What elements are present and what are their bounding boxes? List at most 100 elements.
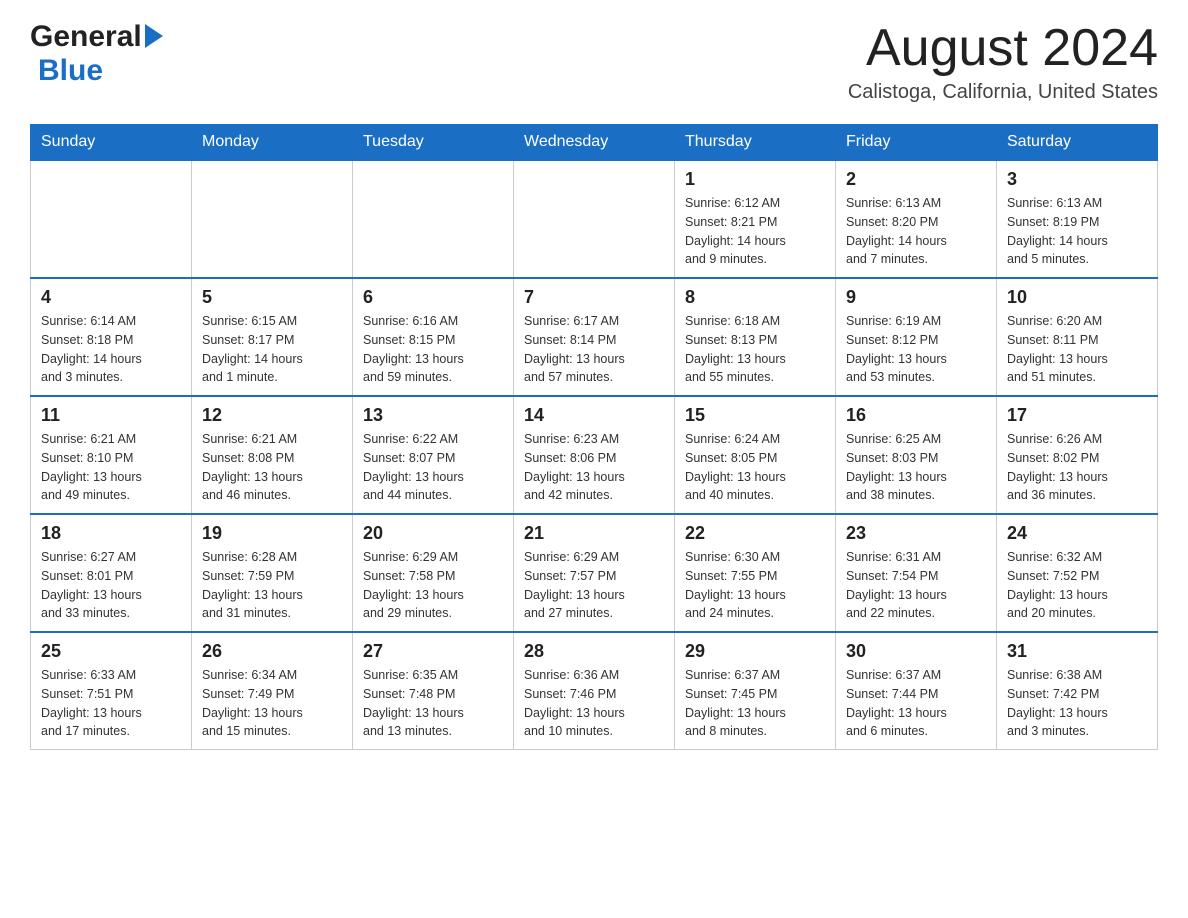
- calendar-cell: 4 Sunrise: 6:14 AM Sunset: 8:18 PM Daylig…: [31, 278, 192, 396]
- calendar-cell: [514, 160, 675, 278]
- day-number: 31: [1007, 641, 1147, 662]
- calendar-cell: [192, 160, 353, 278]
- weekday-header-sunday: Sunday: [31, 125, 192, 161]
- calendar-cell: 26 Sunrise: 6:34 AM Sunset: 7:49 PM Dayli…: [192, 632, 353, 750]
- logo-blue: Blue: [38, 54, 103, 88]
- day-number: 11: [41, 405, 181, 426]
- day-number: 5: [202, 287, 342, 308]
- calendar-cell: 9 Sunrise: 6:19 AM Sunset: 8:12 PM Daylig…: [836, 278, 997, 396]
- calendar-cell: 19 Sunrise: 6:28 AM Sunset: 7:59 PM Dayli…: [192, 514, 353, 632]
- day-number: 22: [685, 523, 825, 544]
- day-info: Sunrise: 6:34 AM Sunset: 7:49 PM Dayligh…: [202, 666, 342, 741]
- day-info: Sunrise: 6:23 AM Sunset: 8:06 PM Dayligh…: [524, 430, 664, 505]
- calendar-cell: 10 Sunrise: 6:20 AM Sunset: 8:11 PM Dayli…: [997, 278, 1158, 396]
- calendar-cell: 23Sunrise: 6:31 AM Sunset: 7:54 PM Dayli…: [836, 514, 997, 632]
- calendar-cell: 1Sunrise: 6:12 AM Sunset: 8:21 PM Daylig…: [675, 160, 836, 278]
- week-row-4: 18Sunrise: 6:27 AM Sunset: 8:01 PM Dayli…: [31, 514, 1158, 632]
- logo: General Blue: [30, 20, 163, 88]
- day-number: 16: [846, 405, 986, 426]
- calendar-cell: 27 Sunrise: 6:35 AM Sunset: 7:48 PM Dayli…: [353, 632, 514, 750]
- header: General Blue August 2024 Calistoga, Cali…: [30, 20, 1158, 104]
- day-info: Sunrise: 6:29 AM Sunset: 7:57 PM Dayligh…: [524, 548, 664, 623]
- calendar-cell: 13Sunrise: 6:22 AM Sunset: 8:07 PM Dayli…: [353, 396, 514, 514]
- day-info: Sunrise: 6:24 AM Sunset: 8:05 PM Dayligh…: [685, 430, 825, 505]
- day-info: Sunrise: 6:30 AM Sunset: 7:55 PM Dayligh…: [685, 548, 825, 623]
- calendar-cell: 25 Sunrise: 6:33 AM Sunset: 7:51 PM Dayli…: [31, 632, 192, 750]
- day-number: 30: [846, 641, 986, 662]
- day-number: 2: [846, 169, 986, 190]
- day-number: 29: [685, 641, 825, 662]
- week-row-3: 11 Sunrise: 6:21 AM Sunset: 8:10 PM Dayli…: [31, 396, 1158, 514]
- calendar-table: SundayMondayTuesdayWednesdayThursdayFrid…: [30, 124, 1158, 750]
- logo-general: General: [30, 20, 142, 54]
- day-info: Sunrise: 6:28 AM Sunset: 7:59 PM Dayligh…: [202, 548, 342, 623]
- month-title: August 2024: [848, 20, 1158, 77]
- day-number: 17: [1007, 405, 1147, 426]
- day-number: 3: [1007, 169, 1147, 190]
- calendar-cell: 12 Sunrise: 6:21 AM Sunset: 8:08 PM Dayli…: [192, 396, 353, 514]
- day-number: 9: [846, 287, 986, 308]
- day-number: 26: [202, 641, 342, 662]
- day-info: Sunrise: 6:35 AM Sunset: 7:48 PM Dayligh…: [363, 666, 503, 741]
- day-info: Sunrise: 6:14 AM Sunset: 8:18 PM Dayligh…: [41, 312, 181, 387]
- day-info: Sunrise: 6:16 AM Sunset: 8:15 PM Dayligh…: [363, 312, 503, 387]
- calendar-cell: 29 Sunrise: 6:37 AM Sunset: 7:45 PM Dayli…: [675, 632, 836, 750]
- day-info: Sunrise: 6:21 AM Sunset: 8:08 PM Dayligh…: [202, 430, 342, 505]
- day-number: 10: [1007, 287, 1147, 308]
- day-info: Sunrise: 6:19 AM Sunset: 8:12 PM Dayligh…: [846, 312, 986, 387]
- day-number: 25: [41, 641, 181, 662]
- calendar-cell: 31Sunrise: 6:38 AM Sunset: 7:42 PM Dayli…: [997, 632, 1158, 750]
- day-info: Sunrise: 6:22 AM Sunset: 8:07 PM Dayligh…: [363, 430, 503, 505]
- weekday-header-thursday: Thursday: [675, 125, 836, 161]
- week-row-5: 25 Sunrise: 6:33 AM Sunset: 7:51 PM Dayli…: [31, 632, 1158, 750]
- day-number: 18: [41, 523, 181, 544]
- weekday-header-row: SundayMondayTuesdayWednesdayThursdayFrid…: [31, 125, 1158, 161]
- calendar-cell: 11 Sunrise: 6:21 AM Sunset: 8:10 PM Dayli…: [31, 396, 192, 514]
- day-info: Sunrise: 6:21 AM Sunset: 8:10 PM Dayligh…: [41, 430, 181, 505]
- day-info: Sunrise: 6:33 AM Sunset: 7:51 PM Dayligh…: [41, 666, 181, 741]
- day-number: 20: [363, 523, 503, 544]
- day-number: 7: [524, 287, 664, 308]
- calendar-cell: 28 Sunrise: 6:36 AM Sunset: 7:46 PM Dayli…: [514, 632, 675, 750]
- calendar-cell: 3 Sunrise: 6:13 AM Sunset: 8:19 PM Daylig…: [997, 160, 1158, 278]
- day-info: Sunrise: 6:26 AM Sunset: 8:02 PM Dayligh…: [1007, 430, 1147, 505]
- calendar-cell: [353, 160, 514, 278]
- day-info: Sunrise: 6:37 AM Sunset: 7:45 PM Dayligh…: [685, 666, 825, 741]
- calendar-cell: 18Sunrise: 6:27 AM Sunset: 8:01 PM Dayli…: [31, 514, 192, 632]
- day-info: Sunrise: 6:31 AM Sunset: 7:54 PM Dayligh…: [846, 548, 986, 623]
- day-number: 15: [685, 405, 825, 426]
- calendar-cell: 16 Sunrise: 6:25 AM Sunset: 8:03 PM Dayli…: [836, 396, 997, 514]
- weekday-header-wednesday: Wednesday: [514, 125, 675, 161]
- calendar-cell: 21Sunrise: 6:29 AM Sunset: 7:57 PM Dayli…: [514, 514, 675, 632]
- day-number: 28: [524, 641, 664, 662]
- day-number: 4: [41, 287, 181, 308]
- calendar-cell: 7 Sunrise: 6:17 AM Sunset: 8:14 PM Daylig…: [514, 278, 675, 396]
- day-info: Sunrise: 6:13 AM Sunset: 8:19 PM Dayligh…: [1007, 194, 1147, 269]
- day-info: Sunrise: 6:17 AM Sunset: 8:14 PM Dayligh…: [524, 312, 664, 387]
- day-info: Sunrise: 6:15 AM Sunset: 8:17 PM Dayligh…: [202, 312, 342, 387]
- calendar-cell: 8 Sunrise: 6:18 AM Sunset: 8:13 PM Daylig…: [675, 278, 836, 396]
- calendar-cell: 17 Sunrise: 6:26 AM Sunset: 8:02 PM Dayli…: [997, 396, 1158, 514]
- calendar-cell: 30Sunrise: 6:37 AM Sunset: 7:44 PM Dayli…: [836, 632, 997, 750]
- logo-arrow-icon: [145, 24, 163, 48]
- calendar-cell: 15 Sunrise: 6:24 AM Sunset: 8:05 PM Dayli…: [675, 396, 836, 514]
- weekday-header-tuesday: Tuesday: [353, 125, 514, 161]
- day-info: Sunrise: 6:32 AM Sunset: 7:52 PM Dayligh…: [1007, 548, 1147, 623]
- calendar-cell: 20Sunrise: 6:29 AM Sunset: 7:58 PM Dayli…: [353, 514, 514, 632]
- day-number: 14: [524, 405, 664, 426]
- week-row-1: 1Sunrise: 6:12 AM Sunset: 8:21 PM Daylig…: [31, 160, 1158, 278]
- week-row-2: 4 Sunrise: 6:14 AM Sunset: 8:18 PM Daylig…: [31, 278, 1158, 396]
- day-number: 24: [1007, 523, 1147, 544]
- day-number: 8: [685, 287, 825, 308]
- day-number: 19: [202, 523, 342, 544]
- day-number: 27: [363, 641, 503, 662]
- location-title: Calistoga, California, United States: [848, 81, 1158, 104]
- day-info: Sunrise: 6:20 AM Sunset: 8:11 PM Dayligh…: [1007, 312, 1147, 387]
- day-number: 12: [202, 405, 342, 426]
- day-info: Sunrise: 6:25 AM Sunset: 8:03 PM Dayligh…: [846, 430, 986, 505]
- day-info: Sunrise: 6:36 AM Sunset: 7:46 PM Dayligh…: [524, 666, 664, 741]
- day-info: Sunrise: 6:18 AM Sunset: 8:13 PM Dayligh…: [685, 312, 825, 387]
- weekday-header-friday: Friday: [836, 125, 997, 161]
- title-area: August 2024 Calistoga, California, Unite…: [848, 20, 1158, 104]
- calendar-cell: 14 Sunrise: 6:23 AM Sunset: 8:06 PM Dayli…: [514, 396, 675, 514]
